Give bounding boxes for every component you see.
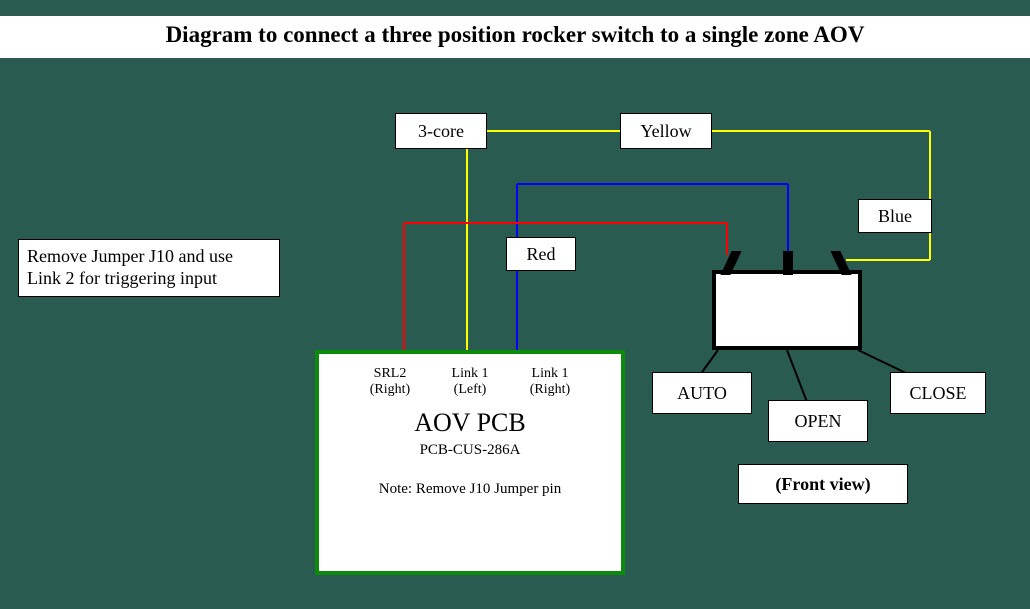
wire-label-3core: 3-core — [395, 113, 487, 149]
pcb-pin-labels: SRL2 (Right) Link 1 (Left) Link 1 (Right… — [319, 366, 621, 398]
pcb-name: AOV PCB — [319, 408, 621, 438]
rocker-label-auto: AUTO — [652, 372, 752, 414]
pcb-note: Note: Remove J10 Jumper pin — [319, 481, 621, 498]
jumper-note-box: Remove Jumper J10 and use Link 2 for tri… — [18, 239, 280, 297]
rocker-terminal-middle — [783, 251, 793, 275]
diagram-title: Diagram to connect a three position rock… — [0, 16, 1030, 58]
pcb-partno: PCB-CUS-286A — [319, 442, 621, 459]
aov-pcb-block: SRL2 (Right) Link 1 (Left) Link 1 (Right… — [315, 350, 625, 575]
wire-label-yellow: Yellow — [620, 113, 712, 149]
pcb-pin3-side: (Right) — [530, 382, 570, 397]
pcb-pin2: Link 1 — [452, 366, 489, 381]
pcb-pin2-side: (Left) — [454, 382, 487, 397]
rocker-label-frontview: (Front view) — [738, 464, 908, 504]
pcb-pin3: Link 1 — [532, 366, 569, 381]
pcb-pin1: SRL2 — [374, 366, 407, 381]
jumper-note-text: Remove Jumper J10 and use Link 2 for tri… — [27, 246, 271, 289]
rocker-label-open: OPEN — [768, 400, 868, 442]
pcb-pin1-side: (Right) — [370, 382, 410, 397]
wire-label-blue: Blue — [858, 199, 932, 233]
wire-label-red: Red — [506, 237, 576, 271]
rocker-switch-body — [712, 270, 862, 350]
rocker-label-close: CLOSE — [890, 372, 986, 414]
